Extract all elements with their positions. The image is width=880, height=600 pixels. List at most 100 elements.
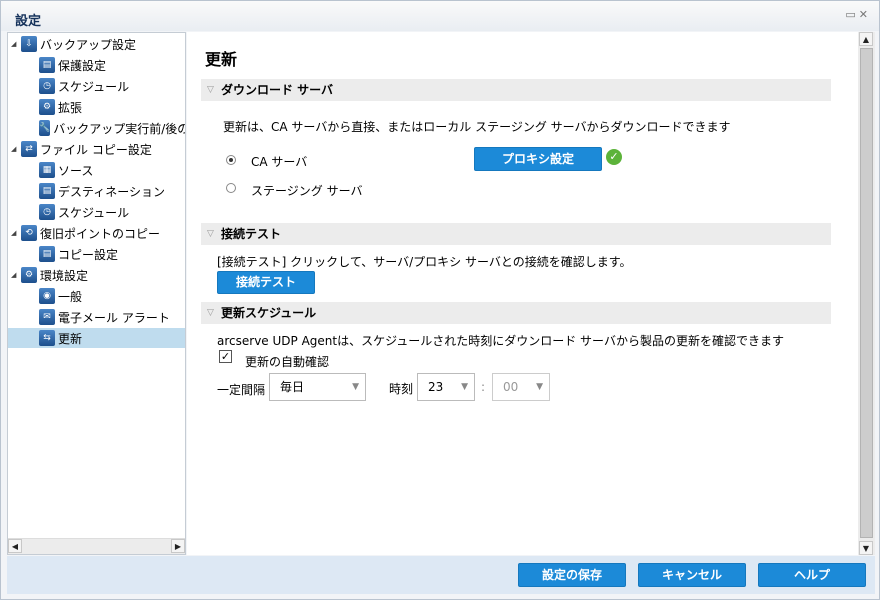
gears-icon: ⚙	[21, 267, 37, 283]
tree-item[interactable]: ▤ コピー設定	[8, 244, 185, 264]
proxy-settings-button[interactable]: プロキシ設定	[474, 147, 602, 171]
ca-server-label: CA サーバ	[251, 155, 308, 169]
tree-item[interactable]: ▤ 保護設定	[8, 55, 185, 75]
schedule-description: arcserve UDP Agentは、スケジュールされた時刻にダウンロード サ…	[217, 334, 784, 348]
section-title: ダウンロード サーバ	[221, 83, 334, 97]
cancel-button[interactable]: キャンセル	[638, 563, 746, 587]
expand-toggle-icon[interactable]: ◢	[11, 271, 21, 279]
time-colon: :	[481, 380, 486, 394]
close-icon[interactable]: ✕	[859, 8, 871, 21]
tree-item[interactable]: ◷ スケジュール	[8, 76, 185, 96]
expand-toggle-icon[interactable]: ◢	[11, 145, 21, 153]
tree-item-label: デスティネーション	[58, 184, 166, 199]
tree-item-label: 更新	[58, 331, 83, 346]
interval-value: 毎日	[280, 380, 305, 394]
schedule-icon: ◷	[39, 78, 55, 94]
tree-item[interactable]: ⇆ 更新	[8, 328, 185, 348]
chevron-down-icon: ▼	[536, 382, 543, 392]
section-title: 接続テスト	[221, 227, 282, 241]
tree-item-label: バックアップ実行前/後の	[53, 121, 185, 136]
tree-item-label: 電子メール アラート	[58, 310, 170, 325]
save-settings-button[interactable]: 設定の保存	[518, 563, 626, 587]
tree-item[interactable]: ▦ ソース	[8, 160, 185, 180]
scroll-down-button[interactable]: ▼	[859, 541, 873, 555]
expand-toggle-icon[interactable]: ◢	[11, 229, 21, 237]
update-icon: ⇆	[39, 330, 55, 346]
settings-tree: ◢ ⇩ バックアップ設定 ▤ 保護設定 ◷ スケジュール ⚙ 拡張 🔧 バックアップ実行前/後の ◢ ⇄…	[8, 33, 185, 538]
destination-icon: ▤	[39, 183, 55, 199]
update-settings-panel: 更新 ▽ ダウンロード サーバ 更新は、CA サーバから直接、またはローカル ステ…	[187, 32, 858, 555]
mail-icon: ✉	[39, 309, 55, 325]
tree-item-label: コピー設定	[58, 247, 119, 262]
settings-tree-panel: ◢ ⇩ バックアップ設定 ▤ 保護設定 ◷ スケジュール ⚙ 拡張 🔧 バックアップ実行前/後の ◢ ⇄…	[7, 32, 186, 555]
section-download-server[interactable]: ▽ ダウンロード サーバ	[201, 79, 831, 101]
window-title: 設定	[15, 14, 42, 29]
time-label: 時刻	[389, 382, 414, 396]
staging-server-label: ステージング サーバ	[251, 184, 363, 198]
tree-item-label: 復旧ポイントのコピー	[40, 226, 161, 241]
tree-item[interactable]: ◢ ⟲ 復旧ポイントのコピー	[8, 223, 185, 243]
tree-item-label: 拡張	[58, 100, 83, 115]
auto-check-label: 更新の自動確認	[245, 355, 330, 369]
tree-item[interactable]: ▤ デスティネーション	[8, 181, 185, 201]
scrollbar-thumb[interactable]	[860, 48, 873, 538]
connection-test-button[interactable]: 接続テスト	[217, 271, 315, 294]
interval-label: 一定間隔	[217, 383, 266, 397]
restore-icon[interactable]: ▭	[845, 8, 858, 21]
file-copy-icon: ⇄	[21, 141, 37, 157]
footer-bar: 設定の保存 キャンセル ヘルプ	[7, 556, 875, 594]
collapse-icon[interactable]: ▽	[207, 79, 214, 101]
scroll-left-button[interactable]: ◀	[8, 539, 22, 553]
tree-item-label: スケジュール	[58, 79, 130, 94]
page-title: 更新	[205, 50, 238, 69]
download-description: 更新は、CA サーバから直接、またはローカル ステージング サーバからダウンロー…	[223, 120, 731, 134]
scroll-right-button[interactable]: ▶	[171, 539, 185, 553]
tree-item[interactable]: ◢ ⇩ バックアップ設定	[8, 34, 185, 54]
tree-item[interactable]: ✉ 電子メール アラート	[8, 307, 185, 327]
backup-icon: ⇩	[21, 36, 37, 52]
scroll-up-button[interactable]: ▲	[859, 32, 873, 46]
tree-item[interactable]: ⚙ 拡張	[8, 97, 185, 117]
source-icon: ▦	[39, 162, 55, 178]
tree-item-label: スケジュール	[58, 205, 130, 220]
destination-icon: ▤	[39, 57, 55, 73]
tree-item[interactable]: ◢ ⚙ 環境設定	[8, 265, 185, 285]
tree-item[interactable]: 🔧 バックアップ実行前/後の	[8, 118, 185, 138]
wrench-icon: 🔧	[39, 120, 51, 136]
tree-item-label: バックアップ設定	[40, 37, 137, 52]
title-bar: 設定 ▭✕	[1, 1, 879, 31]
minute-value: 00	[503, 380, 519, 394]
chevron-down-icon: ▼	[352, 382, 359, 392]
tree-item[interactable]: ◢ ⇄ ファイル コピー設定	[8, 139, 185, 159]
tree-item[interactable]: ◷ スケジュール	[8, 202, 185, 222]
recovery-copy-icon: ⟲	[21, 225, 37, 241]
connection-description: [接続テスト] クリックして、サーバ/プロキシ サーバとの接続を確認します。	[217, 255, 632, 269]
tree-item-label: 環境設定	[40, 268, 89, 283]
globe-icon: ◉	[39, 288, 55, 304]
help-button[interactable]: ヘルプ	[758, 563, 866, 587]
chevron-down-icon: ▼	[461, 382, 468, 392]
tree-item-label: ソース	[58, 163, 94, 178]
radio-ca-server[interactable]	[226, 155, 236, 165]
tree-item-label: ファイル コピー設定	[40, 142, 152, 157]
hour-select[interactable]: 23 ▼	[417, 373, 475, 401]
check-ok-icon: ✓	[606, 149, 622, 165]
interval-select[interactable]: 毎日 ▼	[269, 373, 366, 401]
section-title: 更新スケジュール	[221, 306, 317, 320]
tree-item-label: 保護設定	[58, 58, 107, 73]
auto-check-checkbox[interactable]: ✓	[219, 350, 232, 363]
section-update-schedule[interactable]: ▽ 更新スケジュール	[201, 302, 831, 324]
tree-item-label: 一般	[58, 289, 83, 304]
schedule-icon: ◷	[39, 204, 55, 220]
vertical-scrollbar[interactable]: ▲ ▼	[858, 32, 875, 555]
collapse-icon[interactable]: ▽	[207, 302, 214, 324]
advanced-icon: ⚙	[39, 99, 55, 115]
collapse-icon[interactable]: ▽	[207, 223, 214, 245]
tree-item[interactable]: ◉ 一般	[8, 286, 185, 306]
expand-toggle-icon[interactable]: ◢	[11, 40, 21, 48]
radio-staging-server[interactable]	[226, 183, 236, 193]
minute-select[interactable]: 00 ▼	[492, 373, 550, 401]
section-connection-test[interactable]: ▽ 接続テスト	[201, 223, 831, 245]
hour-value: 23	[428, 380, 444, 394]
horizontal-scrollbar[interactable]: ◀ ▶	[8, 538, 185, 554]
